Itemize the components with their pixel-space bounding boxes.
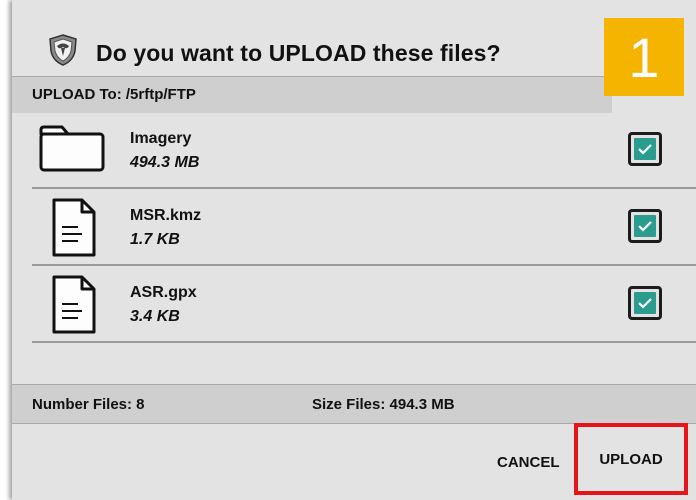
file-name: ASR.gpx: [130, 284, 197, 301]
upload-destination-bar: UPLOAD To: /5rftp/FTP: [12, 76, 612, 113]
file-size: 494.3 MB: [130, 154, 200, 171]
file-size: 3.4 KB: [130, 308, 180, 325]
document-icon: [52, 198, 96, 257]
file-checkbox[interactable]: [628, 209, 662, 243]
summary-bar: Number Files: 8 Size Files: 494.3 MB: [12, 384, 696, 424]
list-item: ASR.gpx 3.4 KB: [32, 266, 696, 343]
shield-logo-icon: [49, 34, 77, 66]
upload-destination-label: UPLOAD To: /5rftp/FTP: [32, 86, 196, 103]
total-size: Size Files: 494.3 MB: [312, 396, 455, 413]
cancel-button[interactable]: CANCEL: [497, 454, 560, 471]
checkmark-icon: [638, 144, 652, 155]
list-item: MSR.kmz 1.7 KB: [32, 189, 696, 266]
dialog-title: Do you want to UPLOAD these files?: [96, 40, 501, 66]
step-badge: 1: [604, 18, 684, 96]
dialog-title-bar: Do you want to UPLOAD these files?: [12, 18, 696, 74]
checkmark-icon: [638, 221, 652, 232]
file-checkbox[interactable]: [628, 286, 662, 320]
upload-dialog: Do you want to UPLOAD these files? UPLOA…: [12, 0, 696, 500]
file-name: Imagery: [130, 130, 192, 147]
list-item: Imagery 494.3 MB: [32, 112, 696, 189]
file-size: 1.7 KB: [130, 231, 180, 248]
folder-icon: [39, 125, 105, 172]
file-checkbox[interactable]: [628, 132, 662, 166]
checkmark-icon: [638, 298, 652, 309]
upload-button-highlight: UPLOAD: [574, 423, 688, 495]
file-list: Imagery 494.3 MB MSR.kmz 1.7 KB ASR.gpx …: [32, 112, 696, 343]
upload-button[interactable]: UPLOAD: [599, 451, 662, 468]
document-icon: [52, 275, 96, 334]
file-count: Number Files: 8: [32, 396, 145, 413]
file-name: MSR.kmz: [130, 207, 202, 224]
